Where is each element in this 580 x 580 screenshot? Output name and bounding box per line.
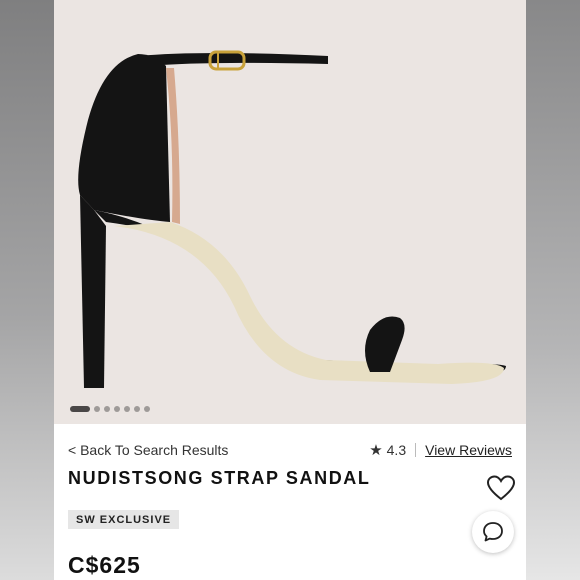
heart-icon[interactable] [486, 474, 516, 502]
star-icon: ★ [369, 442, 383, 459]
product-title: NUDISTSONG STRAP SANDAL [68, 468, 371, 488]
divider [415, 443, 417, 457]
carousel-dot[interactable] [114, 406, 120, 412]
sandal-image [78, 50, 506, 388]
carousel-dot[interactable] [94, 406, 100, 412]
back-to-search-link[interactable]: < Back To Search Results [68, 442, 228, 458]
carousel-indicator[interactable] [70, 406, 150, 412]
product-page: < Back To Search Results ★ 4.3 View Revi… [54, 0, 526, 580]
exclusive-badge: SW EXCLUSIVE [68, 510, 180, 529]
background-blur-right [526, 0, 580, 580]
rating-summary: ★ 4.3 View Reviews [369, 441, 512, 459]
chat-bubble-icon [483, 522, 503, 542]
background-blur-left [0, 0, 54, 580]
product-info: < Back To Search Results ★ 4.3 View Revi… [54, 424, 526, 580]
rating-value: 4.3 [386, 442, 407, 458]
product-price: C$625 [68, 552, 141, 578]
chat-button[interactable] [472, 511, 514, 553]
carousel-dot[interactable] [124, 406, 130, 412]
carousel-dot-active[interactable] [70, 406, 90, 412]
view-reviews-link[interactable]: View Reviews [425, 442, 512, 458]
carousel-dot[interactable] [104, 406, 110, 412]
product-image-carousel[interactable] [54, 0, 526, 424]
carousel-dot[interactable] [144, 406, 150, 412]
carousel-dot[interactable] [134, 406, 140, 412]
